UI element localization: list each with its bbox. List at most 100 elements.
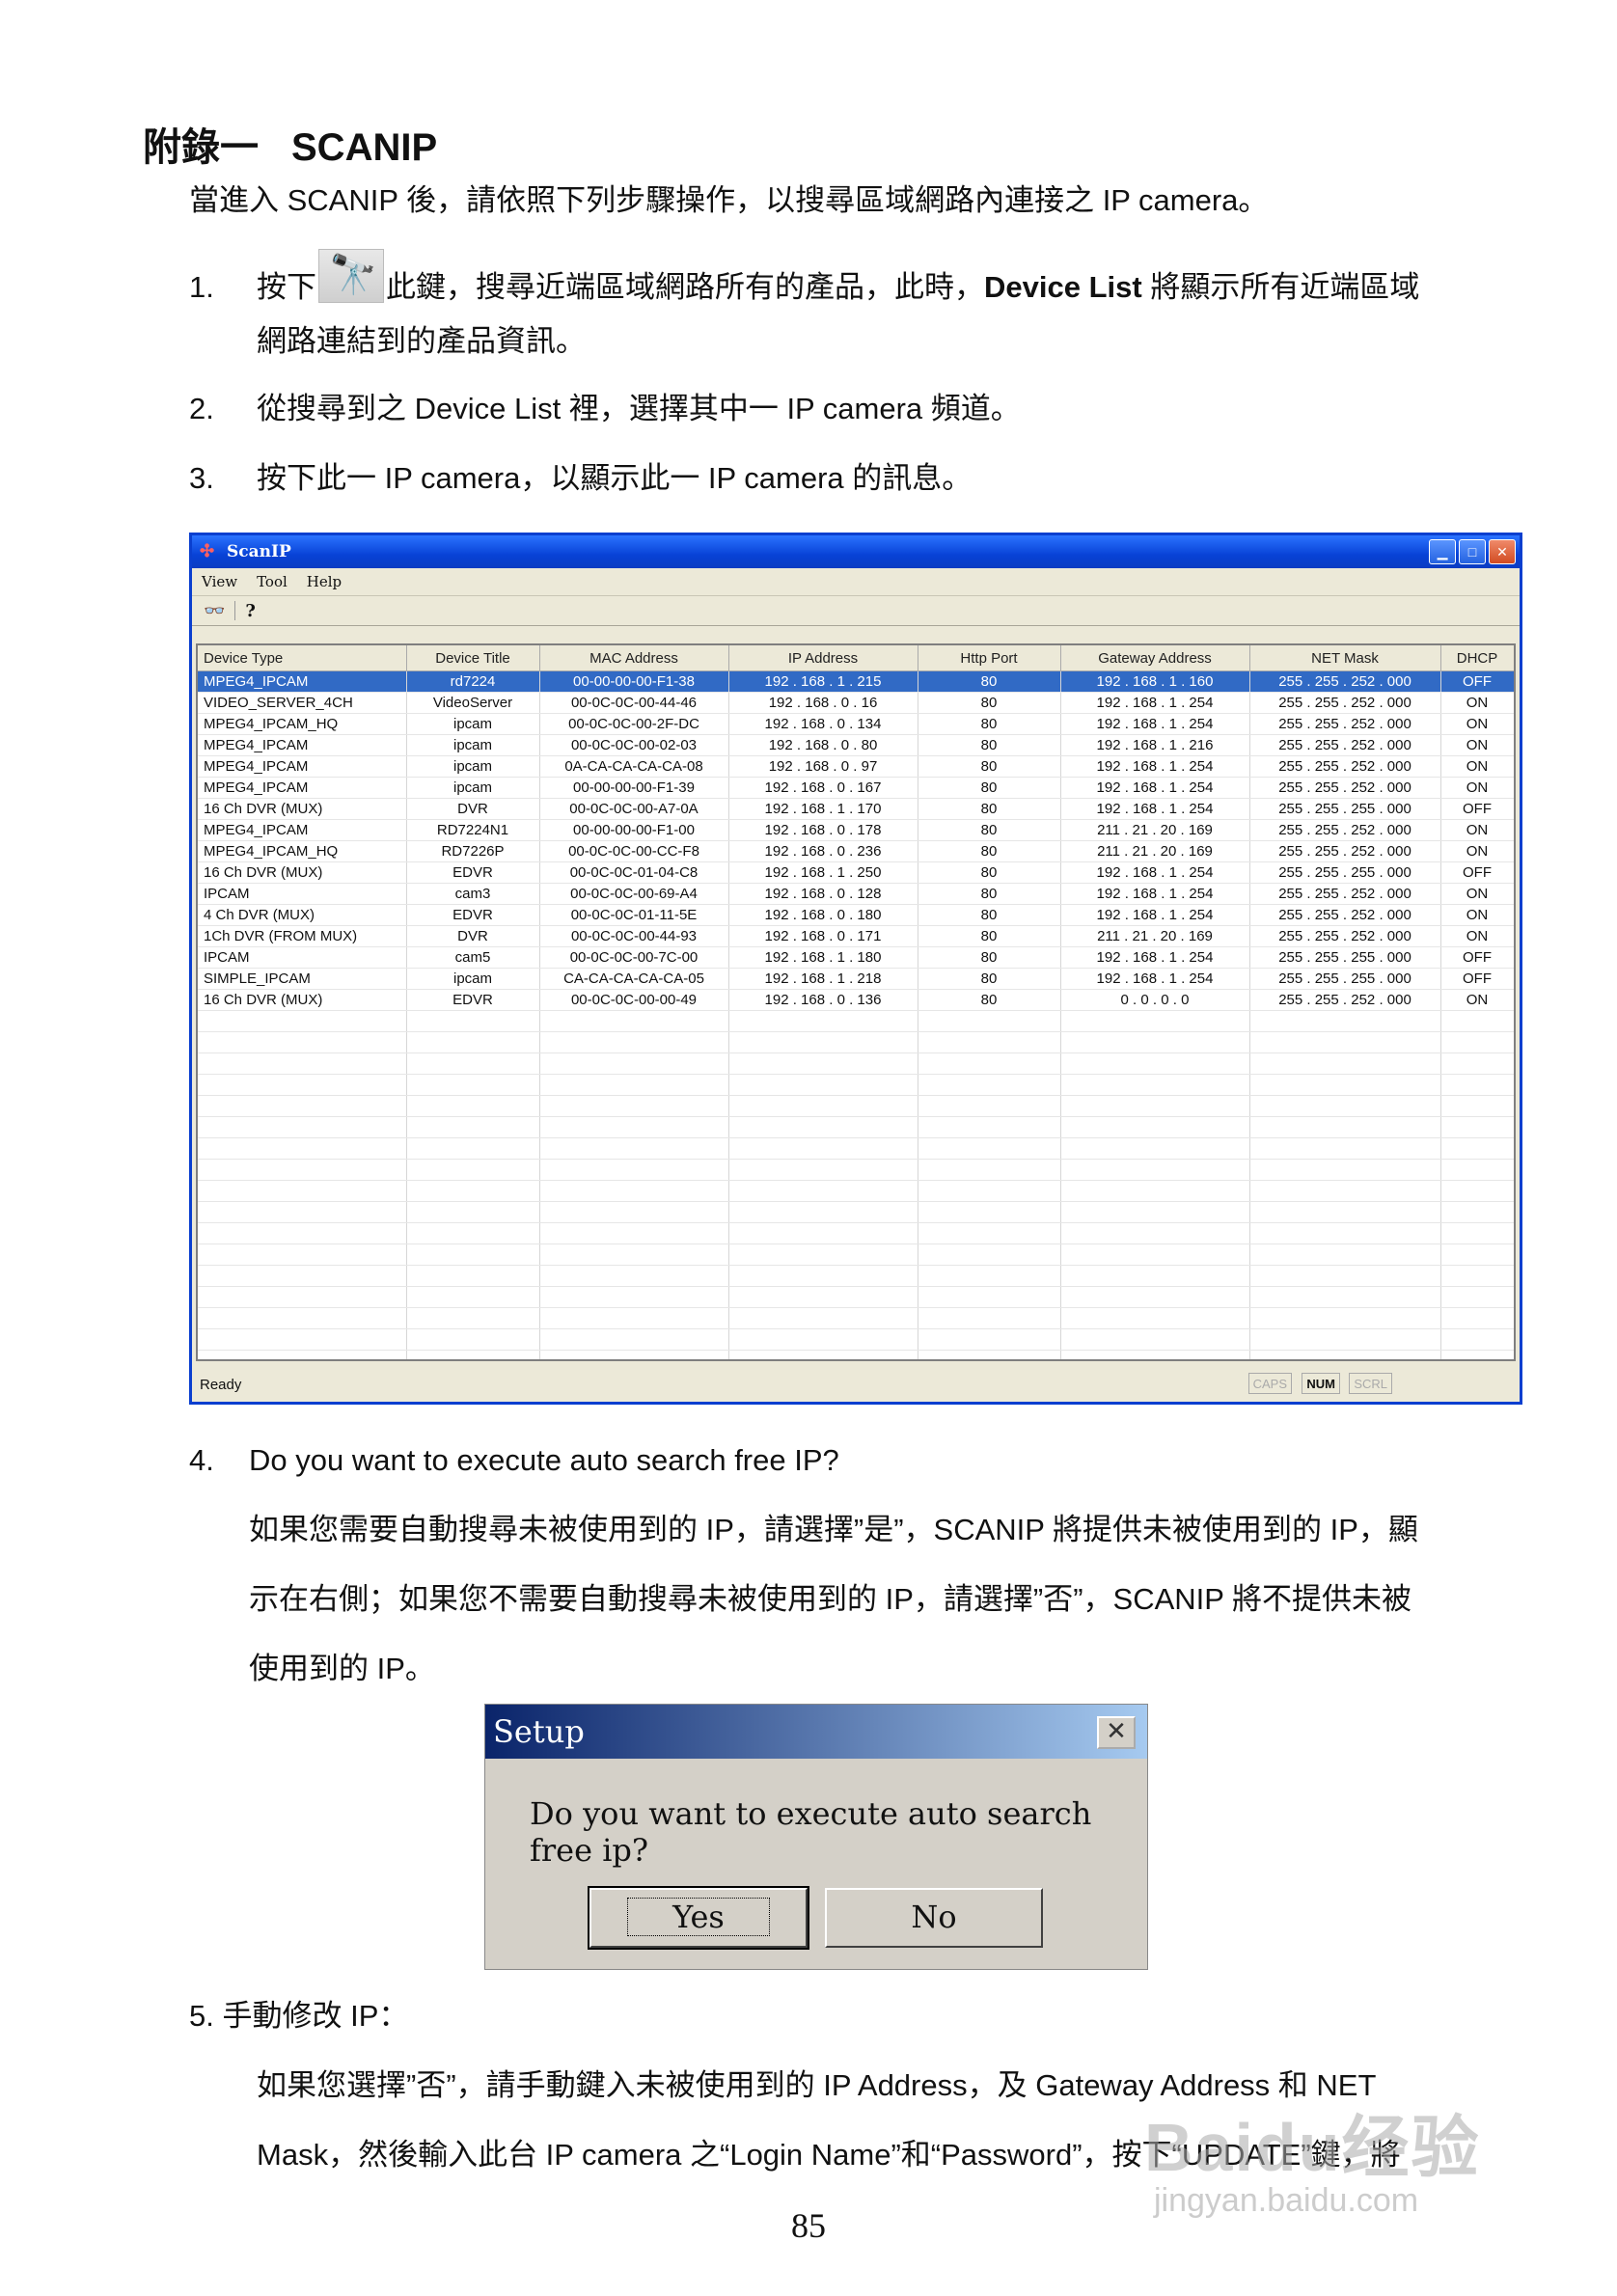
table-cell: 00-0C-0C-00-2F-DC (539, 713, 729, 735)
table-row[interactable]: 16 Ch DVR (MUX) DVR 00-0C-0C-00-A7-0A 192 .… (198, 798, 1514, 820)
table-row[interactable]: SIMPLE_IPCAM ipcam CA-CA-CA-CA-CA-05 192 . … (198, 968, 1514, 990)
search-binoculars-icon[interactable]: 👓 (204, 601, 225, 621)
empty-cell (1060, 1307, 1250, 1329)
empty-cell (406, 1031, 540, 1053)
dialog-title: Setup (493, 1713, 585, 1750)
step-1-line2: 網路連結到的產品資訊。 (257, 324, 586, 358)
table-row[interactable]: MPEG4_IPCAM ipcam 0A-CA-CA-CA-CA-08 192 . 1… (198, 755, 1514, 778)
empty-cell (918, 1031, 1061, 1053)
close-button[interactable]: ✕ (1489, 539, 1516, 564)
table-row[interactable]: VIDEO_SERVER_4CH VideoServer 00-0C-0C-00-4… (198, 692, 1514, 714)
empty-cell (1249, 1201, 1441, 1223)
table-row[interactable]: IPCAM cam5 00-0C-0C-00-7C-00 192 . 168 . 1 … (198, 946, 1514, 969)
table-row[interactable]: MPEG4_IPCAM ipcam 00-00-00-00-F1-39 192 . 1… (198, 777, 1514, 799)
table-row[interactable]: 16 Ch DVR (MUX) EDVR 00-0C-0C-00-00-49 192 … (198, 989, 1514, 1011)
step-1-before: 按下 (257, 270, 316, 304)
table-cell: ON (1440, 925, 1514, 947)
empty-cell (1249, 1244, 1441, 1266)
table-cell: ON (1440, 904, 1514, 926)
table-cell: 192 . 168 . 1 . 254 (1060, 777, 1250, 799)
empty-cell (1440, 1265, 1514, 1287)
table-cell: VIDEO_SERVER_4CH (198, 692, 407, 714)
empty-row (198, 1222, 1514, 1244)
dialog-close-icon[interactable]: ✕ (1097, 1716, 1136, 1749)
table-cell: 192 . 168 . 0 . 134 (728, 713, 918, 735)
column-header[interactable]: MAC Address (539, 645, 729, 671)
status-bar: Ready CAPS NUM SCRL (196, 1371, 1516, 1398)
scanip-app-icon: ✣ (200, 541, 215, 561)
empty-cell (1249, 1328, 1441, 1351)
empty-cell (198, 1222, 407, 1244)
table-row[interactable]: 16 Ch DVR (MUX) EDVR 00-0C-0C-01-04-C8 192 … (198, 861, 1514, 884)
table-cell: ON (1440, 755, 1514, 778)
minimize-button[interactable]: ▁ (1429, 539, 1456, 564)
empty-cell (406, 1095, 540, 1117)
no-button[interactable]: No (825, 1888, 1043, 1948)
column-header[interactable]: NET Mask (1249, 645, 1441, 671)
empty-cell (539, 1116, 729, 1138)
table-row[interactable]: MPEG4_IPCAM_HQ ipcam 00-0C-0C-00-2F-DC 192 … (198, 713, 1514, 735)
column-header[interactable]: IP Address (728, 645, 918, 671)
table-row[interactable]: 4 Ch DVR (MUX) EDVR 00-0C-0C-01-11-5E 192 .… (198, 904, 1514, 926)
table-cell: 80 (918, 968, 1061, 990)
table-cell: 80 (918, 840, 1061, 862)
menu-view[interactable]: View (202, 573, 237, 590)
menu-help[interactable]: Help (307, 573, 342, 590)
table-row[interactable]: 1Ch DVR (FROM MUX) DVR 00-0C-0C-00-44-93 19… (198, 925, 1514, 947)
empty-cell (918, 1307, 1061, 1329)
table-cell: 192 . 168 . 0 . 16 (728, 692, 918, 714)
table-row[interactable]: MPEG4_IPCAM RD7224N1 00-00-00-00-F1-00 192 … (198, 819, 1514, 841)
yes-button[interactable]: Yes (588, 1886, 809, 1950)
empty-cell (539, 1010, 729, 1032)
table-cell: IPCAM (198, 883, 407, 905)
table-cell: 00-0C-0C-01-11-5E (539, 904, 729, 926)
column-header[interactable]: Device Title (406, 645, 540, 671)
help-icon[interactable]: ? (245, 601, 256, 621)
empty-cell (918, 1180, 1061, 1202)
table-row[interactable]: MPEG4_IPCAM rd7224 00-00-00-00-F1-38 192 . … (198, 670, 1514, 693)
column-header[interactable]: Device Type (198, 645, 407, 671)
menu-tool[interactable]: Tool (257, 573, 288, 590)
empty-cell (198, 1095, 407, 1117)
empty-cell (1440, 1328, 1514, 1351)
maximize-button[interactable]: □ (1459, 539, 1486, 564)
scanip-titlebar[interactable]: ✣ ScanIP (192, 535, 1520, 568)
table-cell: 00-00-00-00-F1-00 (539, 819, 729, 841)
empty-cell (1060, 1244, 1250, 1266)
table-cell: RD7224N1 (406, 819, 540, 841)
table-cell: ipcam (406, 968, 540, 990)
empty-cell (1060, 1222, 1250, 1244)
empty-row (198, 1074, 1514, 1096)
empty-cell (1249, 1265, 1441, 1287)
empty-cell (539, 1074, 729, 1096)
column-header[interactable]: DHCP (1440, 645, 1514, 671)
table-row[interactable]: IPCAM cam3 00-0C-0C-00-69-A4 192 . 168 . 0 … (198, 883, 1514, 905)
empty-cell (1249, 1074, 1441, 1096)
scrl-indicator: SCRL (1349, 1373, 1392, 1394)
table-cell: 192 . 168 . 0 . 178 (728, 819, 918, 841)
column-header[interactable]: Http Port (918, 645, 1061, 671)
table-cell: 192 . 168 . 1 . 254 (1060, 904, 1250, 926)
empty-cell (198, 1201, 407, 1223)
empty-cell (1060, 1095, 1250, 1117)
table-cell: OFF (1440, 670, 1514, 693)
table-cell: 255 . 255 . 252 . 000 (1249, 734, 1441, 756)
step-1-text: 按下 🔭 此鍵，搜尋近端區域網路所有的產品，此時，Device List 將顯示所有… (257, 249, 1419, 316)
empty-row (198, 1244, 1514, 1266)
heading-prefix: 附錄一 (143, 126, 259, 169)
empty-cell (539, 1350, 729, 1359)
dialog-titlebar[interactable]: Setup ✕ (485, 1705, 1147, 1759)
table-row[interactable]: MPEG4_IPCAM_HQ RD7226P 00-0C-0C-00-CC-F8 19… (198, 840, 1514, 862)
setup-dialog: Setup ✕ Do you want to execute auto sear… (484, 1704, 1148, 1970)
table-row[interactable]: MPEG4_IPCAM ipcam 00-0C-0C-00-02-03 192 . 1… (198, 734, 1514, 756)
empty-cell (728, 1074, 918, 1096)
empty-row (198, 1286, 1514, 1308)
table-cell: ON (1440, 777, 1514, 799)
column-header[interactable]: Gateway Address (1060, 645, 1250, 671)
empty-cell (198, 1265, 407, 1287)
table-cell: ON (1440, 692, 1514, 714)
empty-cell (539, 1031, 729, 1053)
table-cell: MPEG4_IPCAM (198, 777, 407, 799)
empty-cell (1249, 1180, 1441, 1202)
binoculars-search-icon: 🔭 (318, 249, 384, 303)
